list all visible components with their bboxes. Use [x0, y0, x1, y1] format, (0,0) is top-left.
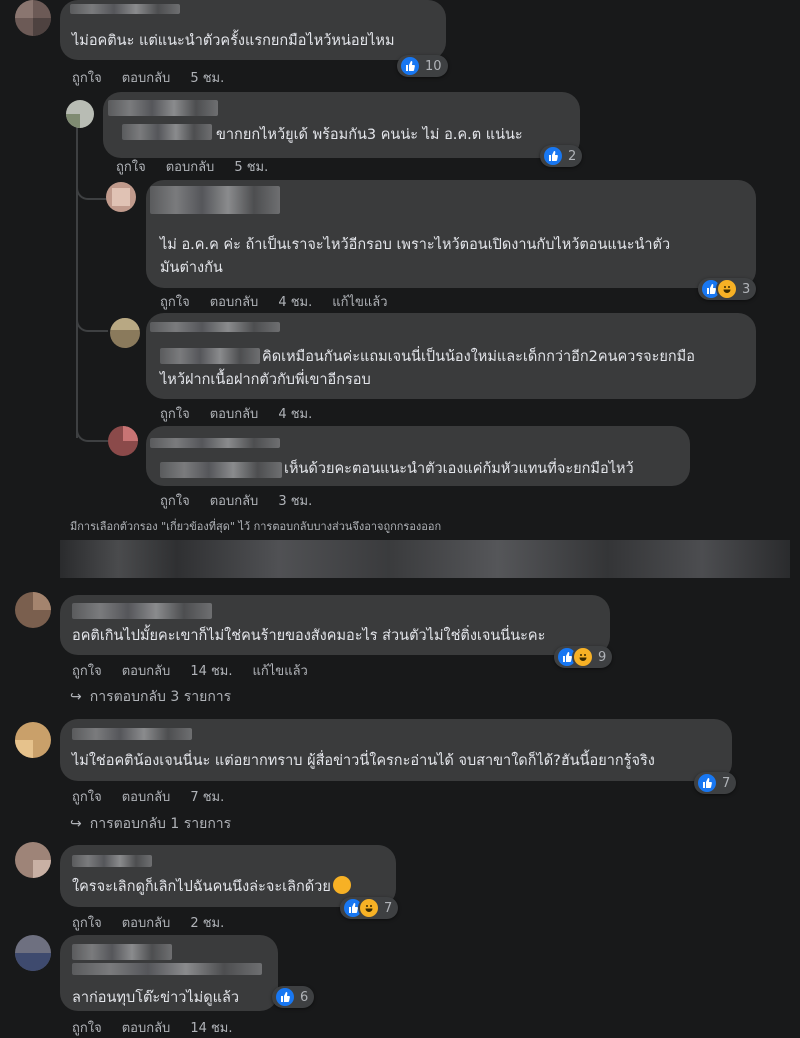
avatar[interactable] — [15, 0, 51, 36]
comment-actions: ถูกใจ ตอบกลับ 7 ชม. — [72, 786, 224, 807]
like-button[interactable]: ถูกใจ — [72, 912, 102, 933]
comment-text: ไหว้ฝากเนื้อฝากตัวกับพี่เขาอีกรอบ — [160, 372, 371, 388]
thread-connector — [76, 310, 108, 332]
like-icon — [399, 55, 421, 77]
grin-emoji-icon — [332, 876, 351, 894]
like-icon — [274, 986, 296, 1008]
comment-text: ขากยกไหว้ยูเด้ พร้อมกัน3 คนน่ะ ไม่ อ.ค.ต… — [216, 127, 523, 143]
comment-text: คิดเหมือนกันค่ะแถมเจนนี่เป็นน้องใหม่และเ… — [262, 349, 695, 365]
comment-actions: ถูกใจ ตอบกลับ 3 ชม. — [160, 490, 312, 511]
timestamp[interactable]: 14 ชม. — [190, 1017, 232, 1038]
reply-button[interactable]: ตอบกลับ — [122, 912, 171, 933]
avatar[interactable] — [110, 318, 140, 348]
reply-arrow-icon: ↪ — [70, 816, 82, 832]
reaction-count[interactable]: 3 — [698, 278, 757, 300]
timestamp[interactable]: 4 ชม. — [278, 403, 312, 424]
like-button[interactable]: ถูกใจ — [160, 291, 190, 312]
filter-note: มีการเลือกตัวกรอง "เกี่ยวข้องที่สุด" ไว้… — [70, 520, 442, 533]
commenter-name-blurred[interactable] — [150, 322, 280, 332]
blurred-comment-row — [60, 540, 790, 578]
commenter-name-blurred[interactable] — [150, 438, 280, 448]
commenter-name-blurred[interactable] — [108, 100, 218, 116]
timestamp[interactable]: 4 ชม. — [278, 291, 312, 312]
commenter-name-blurred[interactable] — [72, 944, 172, 960]
avatar[interactable] — [108, 426, 138, 456]
comment-text: ใครจะเลิกดูก็เลิกไปฉันคนนึงล่ะจะเลิกด้วย — [72, 876, 351, 899]
like-button[interactable]: ถูกใจ — [72, 786, 102, 807]
haha-icon — [572, 646, 594, 668]
avatar[interactable] — [106, 182, 136, 212]
comment-text: ไม่ อ.ค.ค ค่ะ ถ้าเป็นเราจะไหว้อีกรอบ เพร… — [160, 237, 671, 253]
comment-text: อคติเกินไปมั้ยคะเขาก็ไม่ใช่คนร้ายของสังค… — [72, 628, 546, 644]
reply-arrow-icon: ↪ — [70, 689, 82, 705]
comment-actions: ถูกใจ ตอบกลับ 5 ชม. — [116, 156, 268, 177]
like-button[interactable]: ถูกใจ — [160, 403, 190, 424]
commenter-name-blurred[interactable] — [72, 603, 212, 619]
commenter-name-blurred[interactable] — [122, 124, 212, 140]
view-replies-link[interactable]: ↪ การตอบกลับ 1 รายการ — [70, 813, 231, 835]
like-button[interactable]: ถูกใจ — [72, 67, 102, 88]
comment-text: ไม่ใช่อคติน้องเจนนี่นะ แต่อยากทราบ ผู้สื… — [72, 753, 655, 769]
like-button[interactable]: ถูกใจ — [116, 156, 146, 177]
commenter-name-blurred[interactable] — [160, 462, 282, 478]
comment-actions: ถูกใจ ตอบกลับ 14 ชม. แก้ไขแล้ว — [72, 660, 308, 681]
reply-button[interactable]: ตอบกลับ — [166, 156, 215, 177]
edited-label: แก้ไขแล้ว — [332, 295, 388, 310]
reaction-count[interactable]: 2 — [540, 145, 583, 167]
like-icon — [696, 772, 718, 794]
comment-text: ไม่อคตินะ แต่แนะนำตัวครั้งแรกยกมือไหว้หน… — [72, 33, 395, 49]
like-button[interactable]: ถูกใจ — [72, 660, 102, 681]
reply-button[interactable]: ตอบกลับ — [210, 291, 259, 312]
commenter-name-blurred[interactable] — [150, 186, 280, 214]
like-icon — [542, 145, 564, 167]
avatar[interactable] — [15, 842, 51, 878]
timestamp[interactable]: 3 ชม. — [278, 490, 312, 511]
avatar[interactable] — [15, 592, 51, 628]
comment-text: เห็นด้วยคะตอนแนะนำตัวเองแค่ก้มหัวแทนที่จ… — [284, 461, 634, 477]
reply-button[interactable]: ตอบกลับ — [210, 490, 259, 511]
comment-actions: ถูกใจ ตอบกลับ 5 ชม. — [72, 67, 224, 88]
timestamp[interactable]: 2 ชม. — [190, 912, 224, 933]
reaction-count[interactable]: 6 — [272, 986, 315, 1008]
reply-button[interactable]: ตอบกลับ — [122, 67, 171, 88]
avatar[interactable] — [15, 722, 51, 758]
reaction-count[interactable]: 9 — [554, 646, 613, 668]
reaction-count[interactable]: 7 — [694, 772, 737, 794]
thread-connector — [76, 418, 108, 442]
reply-button[interactable]: ตอบกลับ — [122, 786, 171, 807]
commenter-name-blurred[interactable] — [160, 348, 260, 364]
timestamp[interactable]: 7 ชม. — [190, 786, 224, 807]
haha-icon — [358, 897, 380, 919]
avatar[interactable] — [15, 935, 51, 971]
timestamp[interactable]: 5 ชม. — [190, 67, 224, 88]
like-button[interactable]: ถูกใจ — [72, 1017, 102, 1038]
timestamp[interactable]: 5 ชม. — [234, 156, 268, 177]
comment-text: มันต่างกัน — [160, 260, 223, 276]
reaction-count[interactable]: 7 — [340, 897, 399, 919]
avatar[interactable] — [66, 100, 94, 128]
commenter-name-blurred[interactable] — [72, 728, 192, 740]
haha-icon — [716, 278, 738, 300]
commenter-name-blurred[interactable] — [72, 855, 152, 867]
timestamp[interactable]: 14 ชม. — [190, 660, 232, 681]
comment-actions: ถูกใจ ตอบกลับ 14 ชม. — [72, 1017, 233, 1038]
comment-actions: ถูกใจ ตอบกลับ 4 ชม. แก้ไขแล้ว — [160, 291, 388, 312]
reply-button[interactable]: ตอบกลับ — [122, 660, 171, 681]
reply-button[interactable]: ตอบกลับ — [210, 403, 259, 424]
comment-actions: ถูกใจ ตอบกลับ 4 ชม. — [160, 403, 312, 424]
reply-button[interactable]: ตอบกลับ — [122, 1017, 171, 1038]
commenter-name-blurred[interactable] — [70, 4, 180, 14]
comment-text: ลาก่อนทุบโต๊ะข่าวไม่ดูแล้ว — [72, 990, 240, 1006]
edited-label: แก้ไขแล้ว — [252, 664, 308, 679]
commenter-name-blurred[interactable] — [72, 963, 262, 975]
view-replies-link[interactable]: ↪ การตอบกลับ 3 รายการ — [70, 686, 231, 708]
comment-actions: ถูกใจ ตอบกลับ 2 ชม. — [72, 912, 224, 933]
like-button[interactable]: ถูกใจ — [160, 490, 190, 511]
reaction-count[interactable]: 10 — [397, 55, 448, 77]
